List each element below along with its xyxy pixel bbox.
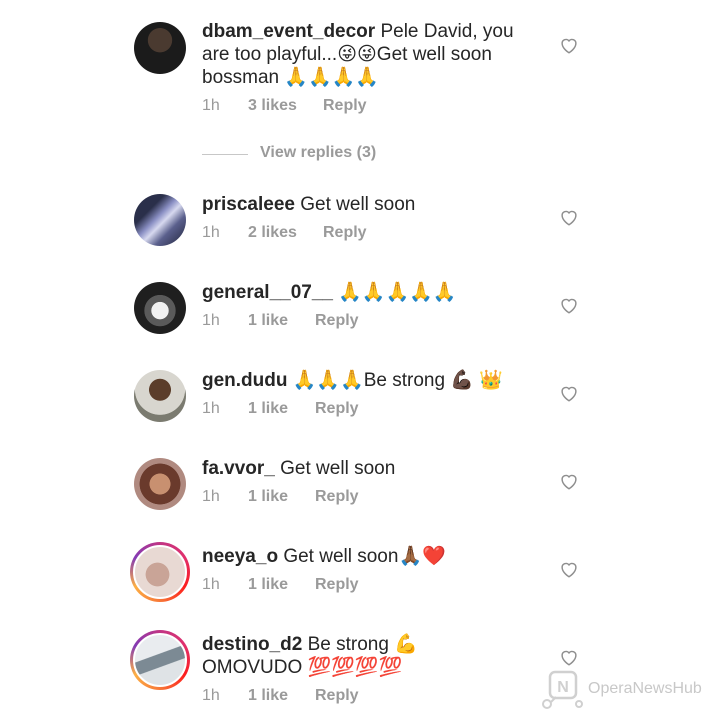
avatar-story-ring[interactable] [130, 630, 190, 690]
comment-text: gen.dudu 🙏🙏🙏Be strong 💪🏿 👑 [202, 369, 522, 392]
heart-outline-icon[interactable] [558, 34, 580, 56]
avatar[interactable] [134, 282, 186, 334]
comment-body: Get well soon🙏🏾❤️ [278, 546, 446, 567]
reply-button[interactable]: Reply [315, 687, 359, 705]
comment-text: destino_d2 Be strong 💪 OMOVUDO 💯💯💯💯 [202, 633, 522, 679]
comment-time: 1h [202, 400, 220, 417]
reply-button[interactable]: Reply [315, 312, 359, 330]
comment-body: Get well soon [274, 458, 396, 479]
divider-line [202, 154, 248, 155]
comment-username[interactable]: dbam_event_decor [202, 21, 375, 42]
comment-likes[interactable]: 1 like [248, 400, 288, 418]
heart-outline-icon[interactable] [558, 470, 580, 492]
avatar-story-ring[interactable] [130, 542, 190, 602]
comment-likes[interactable]: 1 like [248, 312, 288, 330]
comment-username[interactable]: fa.vvor_ [202, 458, 275, 479]
heart-outline-icon[interactable] [558, 294, 580, 316]
avatar[interactable] [134, 22, 186, 74]
comment-username[interactable]: neeya_o [202, 546, 278, 567]
reply-button[interactable]: Reply [323, 224, 367, 242]
comment-username[interactable]: gen.dudu [202, 370, 287, 391]
comment-username[interactable]: destino_d2 [202, 634, 302, 655]
comment-text: priscaleee Get well soon [202, 193, 522, 216]
view-replies-label[interactable]: View replies (3) [260, 144, 376, 162]
watermark-text: OperaNewsHub [588, 680, 702, 697]
opera-news-logo: N [542, 670, 583, 709]
comment-text: general__07__ 🙏🙏🙏🙏🙏 [202, 281, 522, 304]
comment-likes[interactable]: 1 like [248, 687, 288, 705]
comment-time: 1h [202, 97, 220, 114]
comment-text: dbam_event_decor Pele David, you are too… [202, 20, 522, 89]
comment-likes[interactable]: 2 likes [248, 224, 297, 242]
operanewshub-watermark: N OperaNewsHub [540, 664, 715, 714]
comment-time: 1h [202, 488, 220, 505]
svg-text:N: N [557, 679, 569, 696]
comment-text: neeya_o Get well soon🙏🏾❤️ [202, 545, 522, 568]
reply-button[interactable]: Reply [315, 576, 359, 594]
reply-button[interactable]: Reply [315, 400, 359, 418]
avatar[interactable] [134, 194, 186, 246]
comment-time: 1h [202, 312, 220, 329]
comment-username[interactable]: general__07__ [202, 282, 333, 303]
comment-body: 🙏🙏🙏Be strong 💪🏿 👑 [287, 370, 503, 391]
heart-outline-icon[interactable] [558, 382, 580, 404]
comment-likes[interactable]: 1 like [248, 488, 288, 506]
avatar[interactable] [134, 458, 186, 510]
comment-username[interactable]: priscaleee [202, 194, 295, 215]
avatar[interactable] [134, 370, 186, 422]
heart-outline-icon[interactable] [558, 206, 580, 228]
comment-time: 1h [202, 224, 220, 241]
reply-button[interactable]: Reply [323, 97, 367, 115]
reply-button[interactable]: Reply [315, 488, 359, 506]
heart-outline-icon[interactable] [558, 558, 580, 580]
comment-likes[interactable]: 3 likes [248, 97, 297, 115]
comment-time: 1h [202, 687, 220, 704]
comment-body: Get well soon [294, 194, 416, 215]
comment-time: 1h [202, 576, 220, 593]
comment-likes[interactable]: 1 like [248, 576, 288, 594]
comment-text: fa.vvor_ Get well soon [202, 457, 522, 480]
comment-body: 🙏🙏🙏🙏🙏 [333, 282, 457, 303]
